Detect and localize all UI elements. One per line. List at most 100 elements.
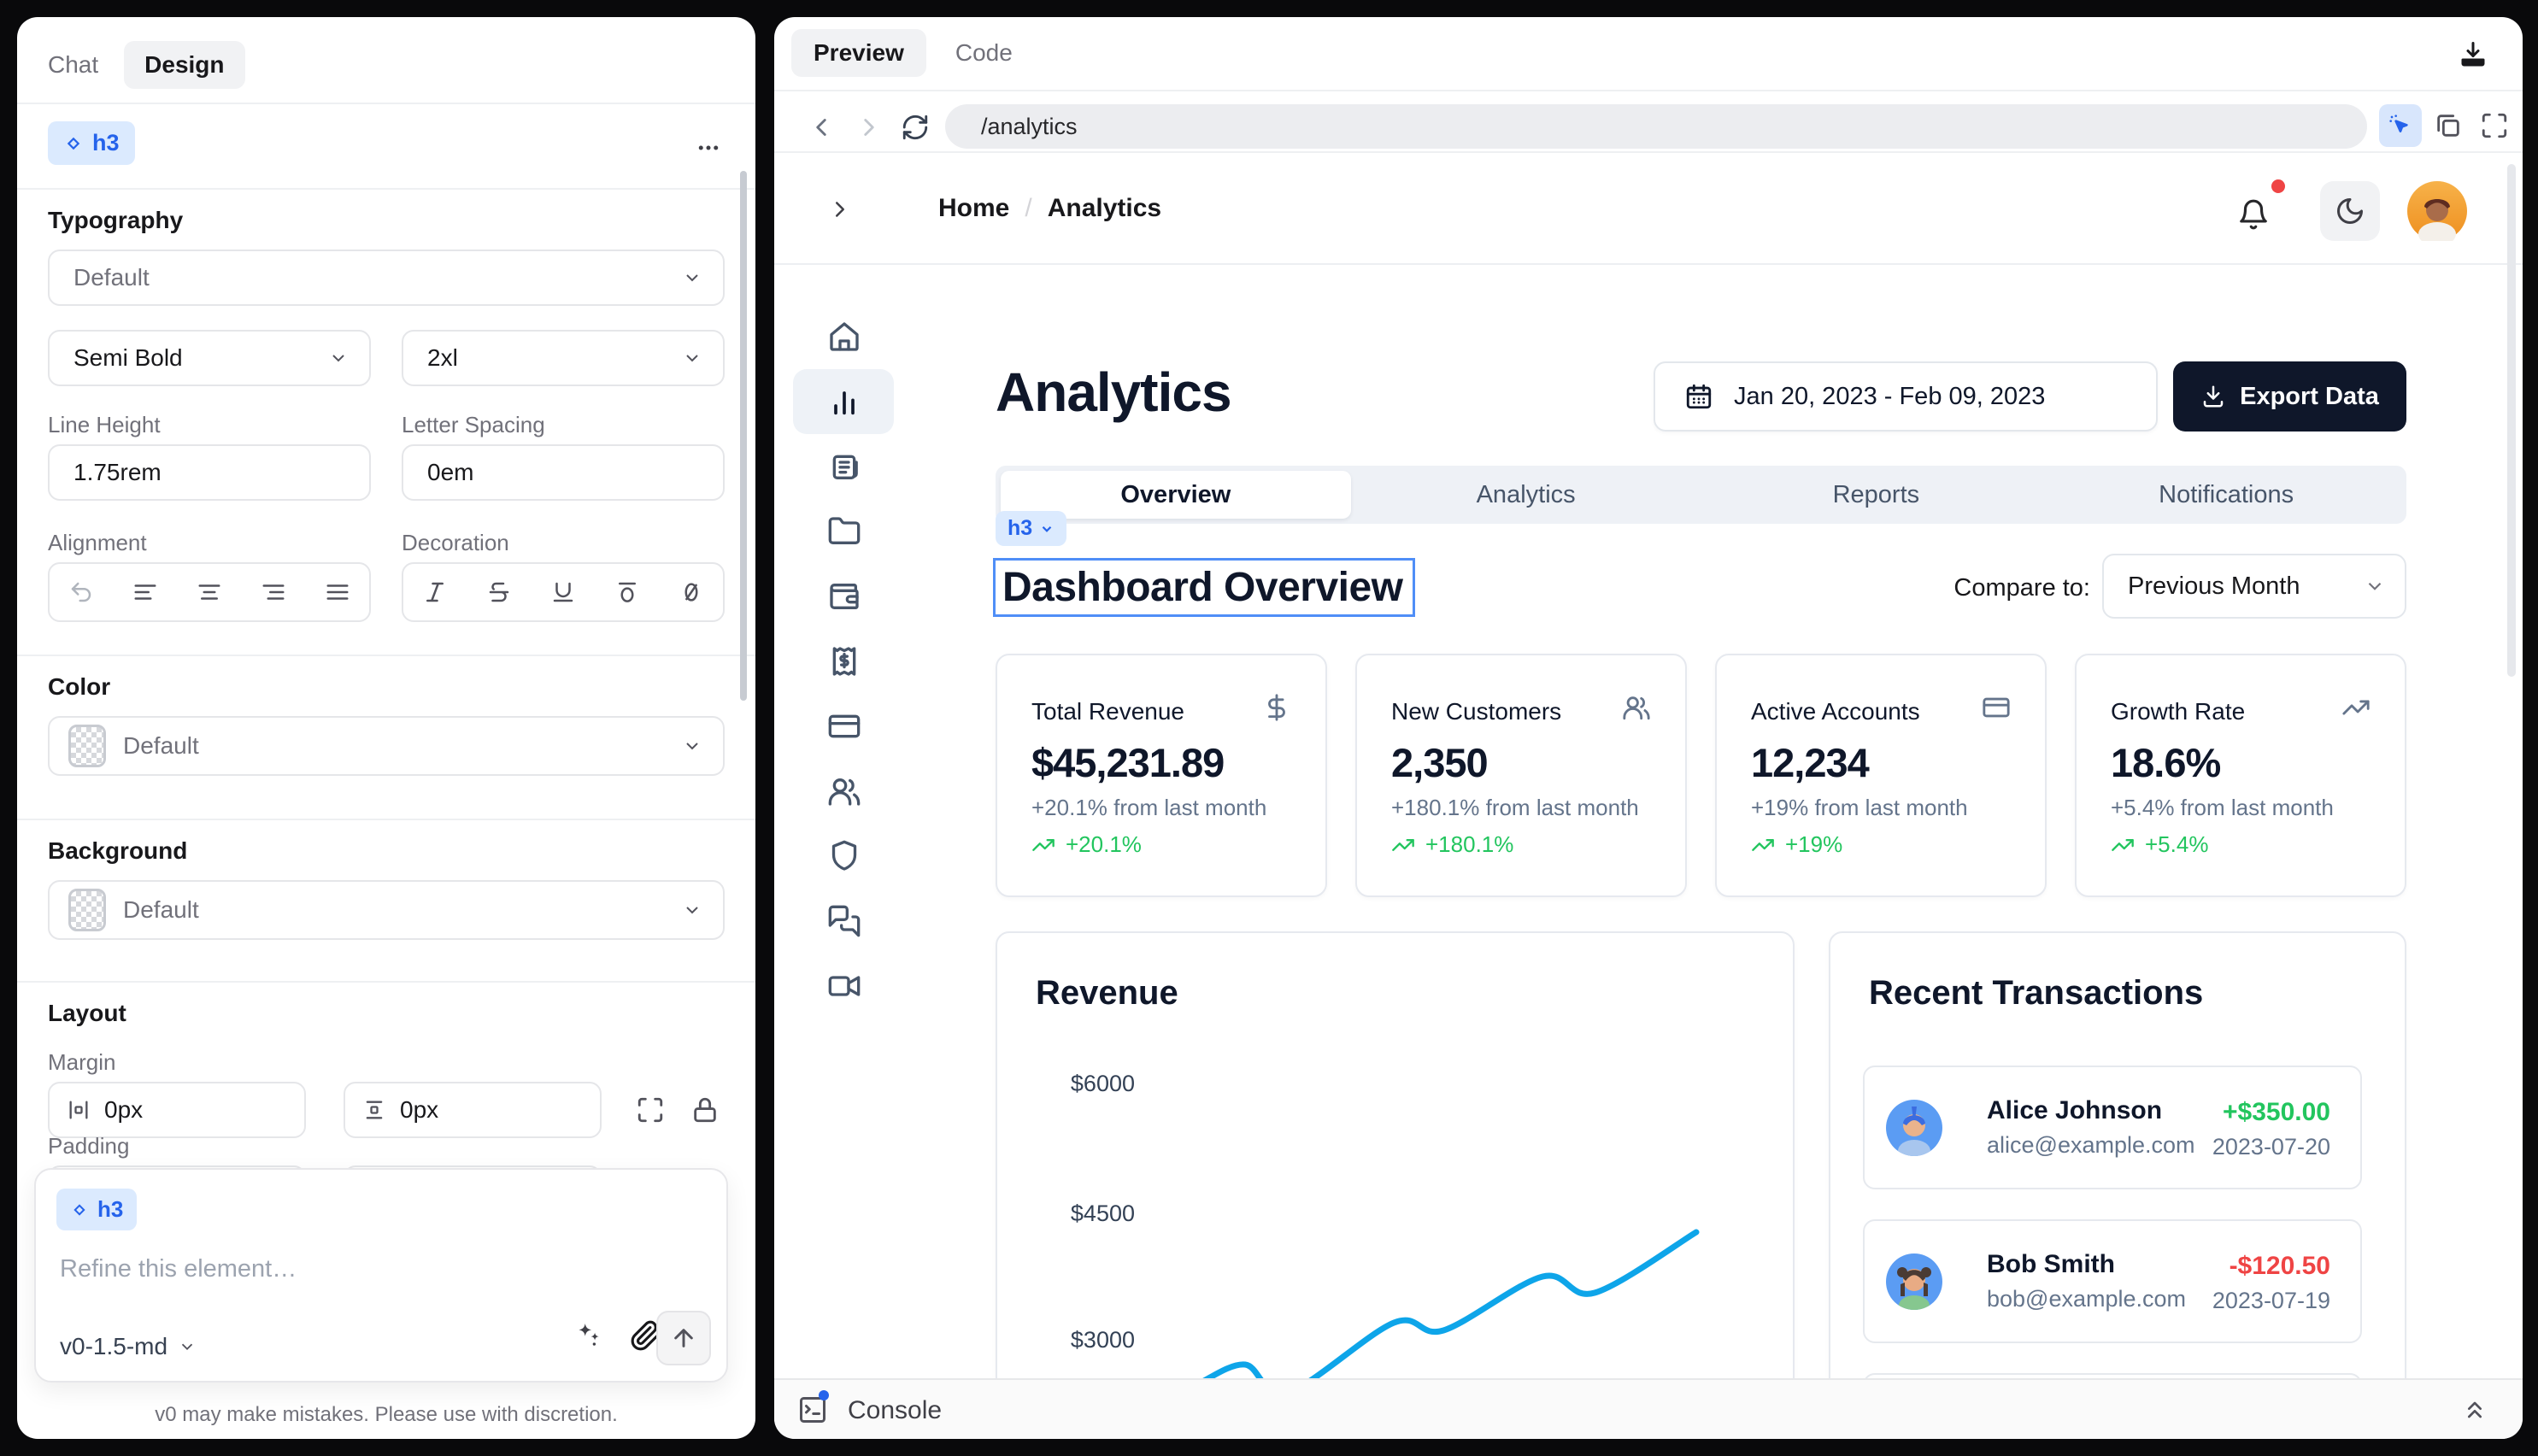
- typography-section-label: Typography: [48, 207, 183, 234]
- compare-select[interactable]: Previous Month: [2102, 554, 2406, 619]
- overline-icon[interactable]: [614, 579, 640, 605]
- transaction-row[interactable]: Bob Smith bob@example.com -$120.50 2023-…: [1863, 1219, 2362, 1343]
- align-right-icon[interactable]: [261, 579, 286, 605]
- sidebar-icon-users[interactable]: [827, 774, 861, 808]
- url-bar[interactable]: /analytics: [945, 104, 2367, 149]
- bell-icon[interactable]: [2237, 198, 2270, 231]
- font-family-select[interactable]: Default: [48, 250, 725, 306]
- composer-element-chip[interactable]: h3: [56, 1189, 137, 1230]
- composer: h3 Refine this element… v0-1.5-md: [34, 1168, 728, 1383]
- nav-back-icon[interactable]: [807, 113, 836, 142]
- stat-card-new-customers: New Customers 2,350 +180.1% from last mo…: [1355, 654, 1687, 897]
- amount-positive: +$350.00: [2223, 1098, 2330, 1127]
- sidebar-icon-credit-card[interactable]: [827, 709, 861, 743]
- arrow-up-icon: [670, 1324, 697, 1352]
- design-panel: Chat Design h3 Typography Default Semi B…: [17, 17, 755, 1439]
- dollar-sign-icon: [1262, 693, 1291, 722]
- sidebar-icon-newspaper[interactable]: [827, 449, 861, 484]
- letter-spacing-input[interactable]: 0em: [402, 444, 725, 501]
- margin-horizontal-icon: [67, 1098, 91, 1122]
- fullscreen-icon[interactable]: [2480, 111, 2509, 140]
- cursor-inspect-icon: [2387, 112, 2414, 139]
- download-icon: [2200, 384, 2226, 409]
- dark-mode-toggle[interactable]: [2320, 181, 2380, 241]
- trending-up-icon: [1391, 833, 1415, 857]
- tab-design[interactable]: Design: [124, 41, 244, 89]
- tab-notifications[interactable]: Notifications: [2051, 481, 2401, 509]
- align-left-icon[interactable]: [132, 579, 158, 605]
- credit-card-icon: [1982, 693, 2011, 722]
- submit-button[interactable]: [656, 1311, 711, 1365]
- y-tick-4500: $4500: [1041, 1201, 1135, 1227]
- chart-title: Revenue: [1036, 974, 1178, 1013]
- font-weight-select[interactable]: Semi Bold: [48, 330, 371, 386]
- underline-icon[interactable]: [550, 579, 576, 605]
- trending-up-icon: [2341, 693, 2371, 722]
- notification-dot: [2271, 179, 2285, 193]
- sidebar-icon-folder[interactable]: [827, 514, 861, 549]
- refresh-icon[interactable]: [901, 113, 930, 142]
- tab-analytics[interactable]: Analytics: [1351, 481, 1701, 509]
- design-panel-scrollbar[interactable]: [740, 171, 747, 701]
- user-avatar[interactable]: [2407, 181, 2467, 241]
- margin-y-input[interactable]: 0px: [344, 1082, 602, 1138]
- nav-forward-icon[interactable]: [855, 113, 884, 142]
- sidebar-icon-messages[interactable]: [827, 904, 861, 938]
- align-center-icon[interactable]: [197, 579, 222, 605]
- margin-expand-icon[interactable]: [636, 1095, 665, 1124]
- model-select[interactable]: v0-1.5-md: [60, 1333, 197, 1360]
- font-size-select[interactable]: 2xl: [402, 330, 725, 386]
- export-data-button[interactable]: Export Data: [2173, 361, 2406, 432]
- more-options-icon[interactable]: [696, 135, 721, 161]
- sidebar-icon-home[interactable]: [827, 320, 861, 354]
- download-icon[interactable]: [2458, 39, 2488, 70]
- margin-lock-icon[interactable]: [690, 1095, 720, 1124]
- italic-icon[interactable]: [422, 579, 448, 605]
- revenue-line-chart: [1179, 1000, 1760, 1378]
- sidebar-icon-bar-chart[interactable]: [827, 385, 861, 419]
- amount-negative: -$120.50: [2230, 1252, 2330, 1281]
- selection-tag-chip[interactable]: h3: [996, 511, 1066, 546]
- inspect-tool-button[interactable]: [2379, 104, 2422, 147]
- sidebar-toggle-icon[interactable]: [827, 197, 853, 222]
- undo-icon[interactable]: [68, 579, 94, 605]
- decoration-label: Decoration: [402, 530, 509, 556]
- margin-x-input[interactable]: 0px: [48, 1082, 306, 1138]
- line-height-input[interactable]: 1.75rem: [48, 444, 371, 501]
- sidebar-icon-shield[interactable]: [827, 839, 861, 873]
- trending-up-icon: [1751, 833, 1775, 857]
- transaction-row[interactable]: Alice Johnson alice@example.com +$350.00…: [1863, 1066, 2362, 1189]
- tab-chat[interactable]: Chat: [48, 51, 98, 79]
- sidebar-icon-wallet[interactable]: [827, 579, 861, 614]
- preview-scrollbar[interactable]: [2507, 164, 2516, 677]
- chevron-down-icon: [178, 1337, 197, 1356]
- moon-icon: [2335, 196, 2365, 226]
- chevrons-up-icon[interactable]: [2461, 1396, 2488, 1424]
- margin-label: Margin: [48, 1049, 115, 1076]
- date-range-picker[interactable]: Jan 20, 2023 - Feb 09, 2023: [1654, 361, 2158, 432]
- tab-reports[interactable]: Reports: [1701, 481, 2052, 509]
- preview-panel: Preview Code /analytics Home / Ana: [774, 17, 2523, 1439]
- chevron-down-icon: [1039, 521, 1055, 537]
- copy-icon[interactable]: [2434, 111, 2463, 140]
- selected-element-outline[interactable]: Dashboard Overview: [993, 558, 1415, 617]
- sparkles-icon[interactable]: [574, 1319, 603, 1348]
- composer-input[interactable]: Refine this element…: [60, 1255, 297, 1283]
- tab-code[interactable]: Code: [955, 39, 1013, 67]
- console-bar[interactable]: Console: [774, 1378, 2523, 1439]
- decoration-none-icon[interactable]: [679, 579, 704, 605]
- tab-preview[interactable]: Preview: [791, 29, 926, 77]
- chevron-down-icon: [682, 267, 702, 288]
- disclaimer-text: v0 may make mistakes. Please use with di…: [17, 1403, 755, 1427]
- color-select[interactable]: Default: [48, 716, 725, 776]
- selected-element-badge[interactable]: h3: [48, 121, 135, 165]
- strikethrough-icon[interactable]: [486, 579, 512, 605]
- stat-card-total-revenue: Total Revenue $45,231.89 +20.1% from las…: [996, 654, 1327, 897]
- page-title: Analytics: [996, 361, 1231, 424]
- breadcrumb-home[interactable]: Home: [938, 194, 1009, 223]
- sidebar-icon-receipt[interactable]: [827, 644, 861, 678]
- diamond-icon: [63, 133, 84, 154]
- align-justify-icon[interactable]: [325, 579, 350, 605]
- sidebar-icon-video[interactable]: [827, 969, 861, 1003]
- background-select[interactable]: Default: [48, 880, 725, 940]
